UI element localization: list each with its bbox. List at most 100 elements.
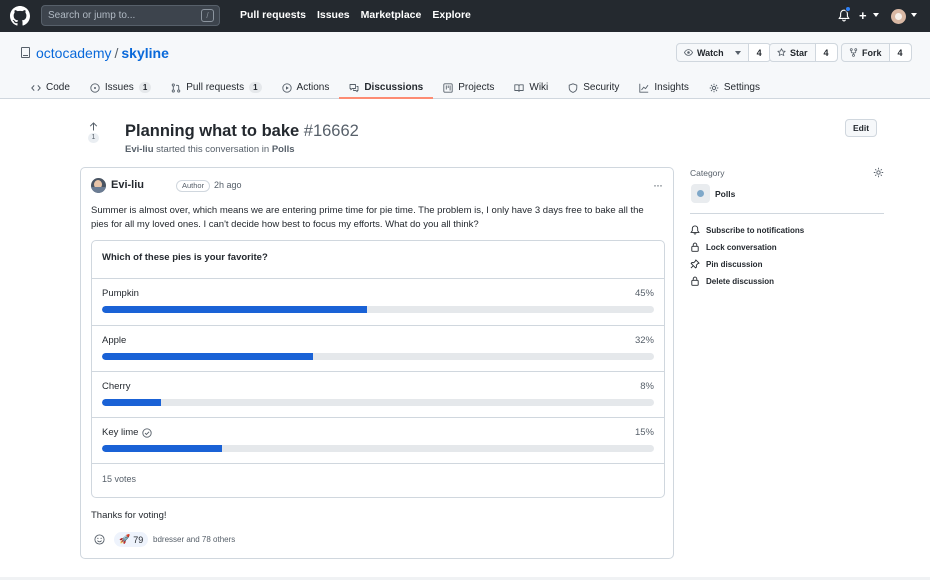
upvote-arrow-icon[interactable]: [89, 122, 98, 131]
poll-bar-track: [102, 353, 654, 360]
star-button-group: Star 4: [769, 43, 838, 62]
poll: Which of these pies is your favorite? Pu…: [91, 240, 665, 498]
poll-bar-track: [102, 445, 654, 452]
pin-discussion-label: Pin discussion: [706, 259, 763, 269]
tab-projects-label: Projects: [458, 82, 495, 93]
pin-discussion-action[interactable]: Pin discussion: [690, 259, 762, 269]
poll-bar-fill: [102, 399, 162, 406]
tab-issues[interactable]: Issues 1: [80, 76, 161, 99]
post-timestamp[interactable]: 2h ago: [214, 180, 242, 190]
pull-request-icon: [172, 82, 181, 93]
poll-option-cherry: Cherry 8%: [92, 371, 664, 418]
poll-option-percent: 8%: [640, 381, 654, 392]
sidebar-category-name[interactable]: Polls: [715, 189, 735, 199]
project-icon: [443, 82, 453, 93]
repo-header: octocademy / skyline Watch 4 Star 4 Fork…: [0, 32, 930, 99]
fork-button[interactable]: Fork: [842, 44, 890, 61]
fork-label: Fork: [862, 47, 882, 58]
watch-button[interactable]: Watch: [677, 44, 749, 61]
trash-icon: [691, 276, 699, 286]
watch-count[interactable]: 4: [748, 44, 770, 61]
post-body: Summer is almost over, which means we ar…: [91, 205, 644, 230]
tab-discussions[interactable]: Discussions: [339, 76, 434, 99]
poll-option-label: Key lime: [102, 427, 153, 438]
repo-title: octocademy / skyline: [36, 45, 169, 61]
voted-check-circle-icon: [142, 427, 153, 438]
lock-conversation-action[interactable]: Lock conversation: [690, 242, 777, 252]
discussion-category-link[interactable]: Polls: [272, 144, 295, 155]
tab-insights[interactable]: Insights: [629, 76, 698, 99]
tab-wiki-label: Wiki: [529, 82, 549, 93]
search-placeholder: Search or jump to...: [48, 10, 136, 21]
poll-bar-track: [102, 306, 654, 313]
poll-option-key-lime: Key lime 15%: [92, 417, 664, 464]
sidebar-divider: [690, 213, 884, 214]
user-avatar[interactable]: [891, 9, 906, 24]
post-menu-kebab-icon[interactable]: ···: [653, 178, 663, 192]
user-menu-caret-icon[interactable]: [911, 13, 917, 17]
subscribe-notifications-action[interactable]: Subscribe to notifications: [690, 225, 804, 235]
tab-issues-label: Issues: [104, 82, 134, 93]
poll-option-apple: Apple 32%: [92, 325, 664, 372]
watch-label: Watch: [697, 47, 724, 58]
pin-icon: [690, 259, 700, 269]
edit-button[interactable]: Edit: [845, 119, 877, 137]
rocket-reaction-button[interactable]: 🚀 79: [114, 532, 149, 547]
tab-actions-label: Actions: [296, 82, 330, 93]
poll-option-pumpkin: Pumpkin 45%: [92, 278, 664, 325]
poll-option-text: Cherry: [102, 381, 131, 392]
eye-icon: [684, 49, 693, 56]
tab-actions[interactable]: Actions: [272, 76, 340, 99]
author-avatar[interactable]: [91, 178, 106, 193]
nav-explore[interactable]: Explore: [432, 9, 471, 21]
tab-code[interactable]: Code: [21, 76, 80, 99]
create-menu-caret-icon[interactable]: [873, 13, 879, 17]
tab-pull-requests-label: Pull requests: [186, 82, 245, 93]
star-count[interactable]: 4: [815, 44, 837, 61]
tab-wiki[interactable]: Wiki: [504, 76, 558, 99]
discussion-title-text: Planning what to bake: [125, 122, 300, 140]
discussion-started-text: started this conversation in: [156, 144, 270, 155]
nav-issues[interactable]: Issues: [317, 9, 350, 21]
star-icon: [777, 48, 786, 56]
nav-pull-requests[interactable]: Pull requests: [240, 9, 306, 21]
star-label: Star: [790, 47, 808, 58]
poll-bar-fill: [102, 445, 223, 452]
delete-discussion-action[interactable]: Delete discussion: [690, 276, 774, 286]
discussion-author-link[interactable]: Evi-liu: [125, 144, 154, 155]
upvote-count: 1: [88, 133, 99, 143]
tab-settings-label: Settings: [723, 82, 760, 93]
sidebar-category-heading: Category: [690, 168, 725, 178]
global-nav: Pull requests Issues Marketplace Explore: [240, 9, 471, 21]
tab-projects[interactable]: Projects: [433, 76, 504, 99]
poll-option-percent: 32%: [634, 335, 654, 346]
star-button[interactable]: Star: [770, 44, 816, 61]
discussion-icon: [349, 83, 359, 92]
code-icon: [31, 84, 41, 91]
category-settings-gear-icon[interactable]: [873, 167, 884, 178]
add-reaction-smiley-icon[interactable]: [94, 534, 105, 545]
play-icon: [281, 82, 292, 93]
tab-pull-requests[interactable]: Pull requests 1: [161, 76, 271, 99]
rocket-icon: 🚀: [119, 534, 131, 544]
poll-option-label: Pumpkin: [102, 288, 139, 299]
category-emoji-icon: [691, 184, 710, 203]
nav-marketplace[interactable]: Marketplace: [361, 9, 422, 21]
reaction-summary: bdresser and 78 others: [153, 535, 236, 544]
post-author-link[interactable]: Evi-liu: [111, 179, 144, 191]
search-shortcut-key: /: [201, 9, 214, 22]
search-input[interactable]: Search or jump to... /: [41, 5, 220, 26]
repo-owner-link[interactable]: octocademy: [36, 45, 111, 61]
repo-name-link[interactable]: skyline: [121, 45, 168, 61]
unread-notification-dot: [845, 6, 851, 12]
create-new-icon[interactable]: +: [859, 8, 867, 23]
tab-settings[interactable]: Settings: [699, 76, 770, 99]
github-logo-icon[interactable]: [10, 6, 30, 26]
tab-security[interactable]: Security: [558, 76, 629, 99]
bell-icon: [690, 225, 700, 235]
poll-option-text: Key lime: [102, 427, 139, 438]
tab-issues-count: 1: [138, 82, 152, 93]
shield-icon: [569, 82, 578, 93]
poll-bar-fill: [102, 306, 367, 313]
fork-count[interactable]: 4: [889, 44, 911, 61]
